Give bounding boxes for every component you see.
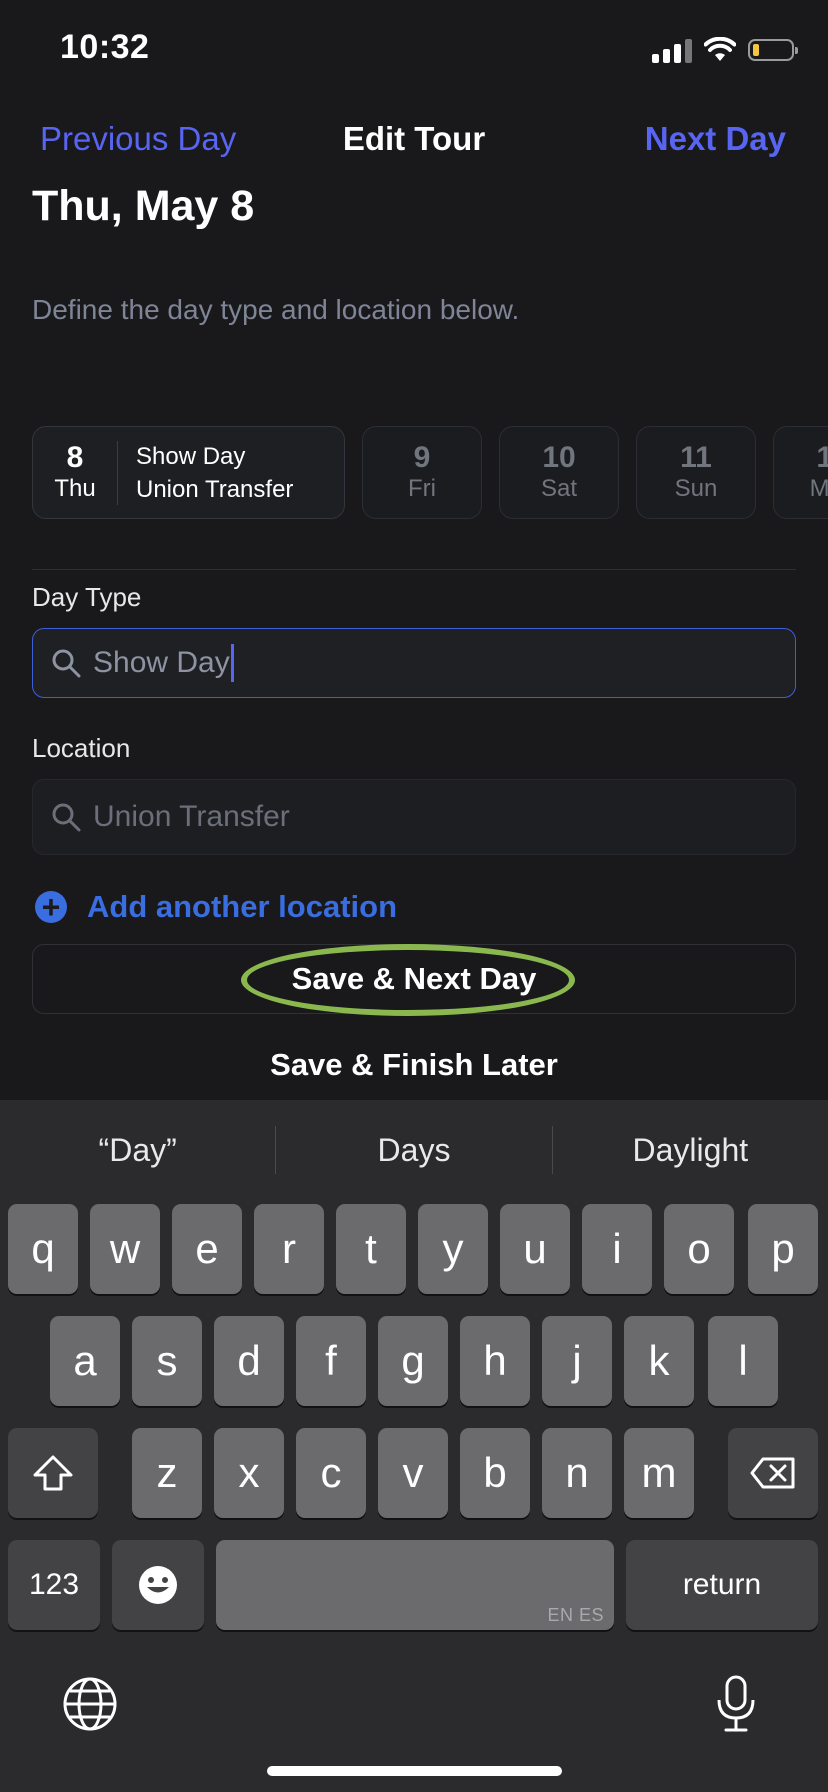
day-type-input[interactable]: Show Day xyxy=(32,628,796,698)
shift-icon xyxy=(33,1455,73,1491)
search-icon xyxy=(52,803,81,832)
day-card-weekday: Fri xyxy=(408,474,436,502)
key-f[interactable]: f xyxy=(296,1316,366,1406)
highlight-annotation xyxy=(241,944,575,1016)
status-icons xyxy=(652,32,798,68)
day-card-selected[interactable]: 8 Thu Show Day Union Transfer xyxy=(32,426,345,519)
day-card-venue: Union Transfer xyxy=(136,475,294,503)
key-y[interactable]: y xyxy=(418,1204,488,1294)
key-a[interactable]: a xyxy=(50,1316,120,1406)
key-n[interactable]: n xyxy=(542,1428,612,1518)
text-cursor xyxy=(230,644,234,682)
globe-icon[interactable] xyxy=(62,1676,118,1732)
location-value: Union Transfer xyxy=(93,800,290,833)
key-q[interactable]: q xyxy=(8,1204,78,1294)
key-i[interactable]: i xyxy=(582,1204,652,1294)
key-g[interactable]: g xyxy=(378,1316,448,1406)
key-w[interactable]: w xyxy=(90,1204,160,1294)
plus-icon: + xyxy=(35,891,67,923)
day-card-number: 11 xyxy=(680,440,712,474)
add-location-label: Add another location xyxy=(87,889,397,924)
key-u[interactable]: u xyxy=(500,1204,570,1294)
numbers-key[interactable]: 123 xyxy=(8,1540,100,1630)
day-type-label: Day Type xyxy=(32,582,142,612)
suggestion-bar: “Day” Days Daylight xyxy=(0,1100,828,1200)
key-d[interactable]: d xyxy=(214,1316,284,1406)
day-type-value: Show Day xyxy=(93,646,230,679)
day-card-weekday: Mon xyxy=(809,474,828,502)
keyboard: “Day” Days Daylight q w e r t y u i o p … xyxy=(0,1100,828,1792)
shift-key[interactable] xyxy=(8,1428,98,1518)
space-key[interactable]: EN ES xyxy=(216,1540,614,1630)
key-p[interactable]: p xyxy=(748,1204,818,1294)
divider xyxy=(32,569,796,570)
key-o[interactable]: o xyxy=(664,1204,734,1294)
day-card-weekday: Thu xyxy=(54,474,96,502)
day-card[interactable]: 12 Mon xyxy=(773,426,828,519)
microphone-icon[interactable] xyxy=(714,1674,758,1734)
day-selector-strip: 8 Thu Show Day Union Transfer 9 Fri 10 S… xyxy=(32,426,828,521)
return-key[interactable]: return xyxy=(626,1540,818,1630)
backspace-icon xyxy=(750,1457,795,1489)
home-indicator xyxy=(267,1766,562,1776)
save-finish-later-button[interactable]: Save & Finish Later xyxy=(0,1047,828,1083)
date-heading: Thu, May 8 xyxy=(32,182,255,230)
day-card-weekday: Sat xyxy=(540,474,578,502)
add-location-button[interactable]: + Add another location xyxy=(35,889,397,925)
key-l[interactable]: l xyxy=(708,1316,778,1406)
key-e[interactable]: e xyxy=(172,1204,242,1294)
key-h[interactable]: h xyxy=(460,1316,530,1406)
key-x[interactable]: x xyxy=(214,1428,284,1518)
key-s[interactable]: s xyxy=(132,1316,202,1406)
day-card[interactable]: 11 Sun xyxy=(636,426,756,519)
key-k[interactable]: k xyxy=(624,1316,694,1406)
day-card-number: 12 xyxy=(816,440,828,474)
suggestion-item[interactable]: Days xyxy=(276,1132,551,1169)
battery-icon xyxy=(748,39,798,61)
day-card[interactable]: 10 Sat xyxy=(499,426,619,519)
day-card-date: 8 Thu xyxy=(33,440,118,505)
location-input[interactable]: Union Transfer xyxy=(32,779,796,855)
keyboard-languages: EN ES xyxy=(547,1605,604,1625)
day-card-type: Show Day xyxy=(136,442,246,470)
next-day-button[interactable]: Next Day xyxy=(645,120,786,158)
day-card-number: 8 xyxy=(66,440,84,474)
key-t[interactable]: t xyxy=(336,1204,406,1294)
wifi-icon xyxy=(704,37,736,61)
day-card-number: 9 xyxy=(413,440,431,474)
day-card[interactable]: 9 Fri xyxy=(362,426,482,519)
day-card-number: 10 xyxy=(542,440,576,474)
search-icon xyxy=(52,649,81,678)
suggestion-item[interactable]: “Day” xyxy=(0,1132,275,1169)
key-m[interactable]: m xyxy=(624,1428,694,1518)
instruction-text: Define the day type and location below. xyxy=(32,294,520,325)
day-card-info: Show Day Union Transfer xyxy=(118,440,293,506)
location-label: Location xyxy=(32,733,131,763)
emoji-icon xyxy=(139,1566,177,1604)
suggestion-item[interactable]: Daylight xyxy=(553,1132,828,1169)
key-v[interactable]: v xyxy=(378,1428,448,1518)
status-time: 10:32 xyxy=(60,28,150,66)
emoji-key[interactable] xyxy=(112,1540,204,1630)
delete-key[interactable] xyxy=(728,1428,818,1518)
key-z[interactable]: z xyxy=(132,1428,202,1518)
key-r[interactable]: r xyxy=(254,1204,324,1294)
day-card-weekday: Sun xyxy=(674,474,718,502)
key-b[interactable]: b xyxy=(460,1428,530,1518)
key-c[interactable]: c xyxy=(296,1428,366,1518)
cellular-signal-icon xyxy=(652,37,692,63)
key-j[interactable]: j xyxy=(542,1316,612,1406)
